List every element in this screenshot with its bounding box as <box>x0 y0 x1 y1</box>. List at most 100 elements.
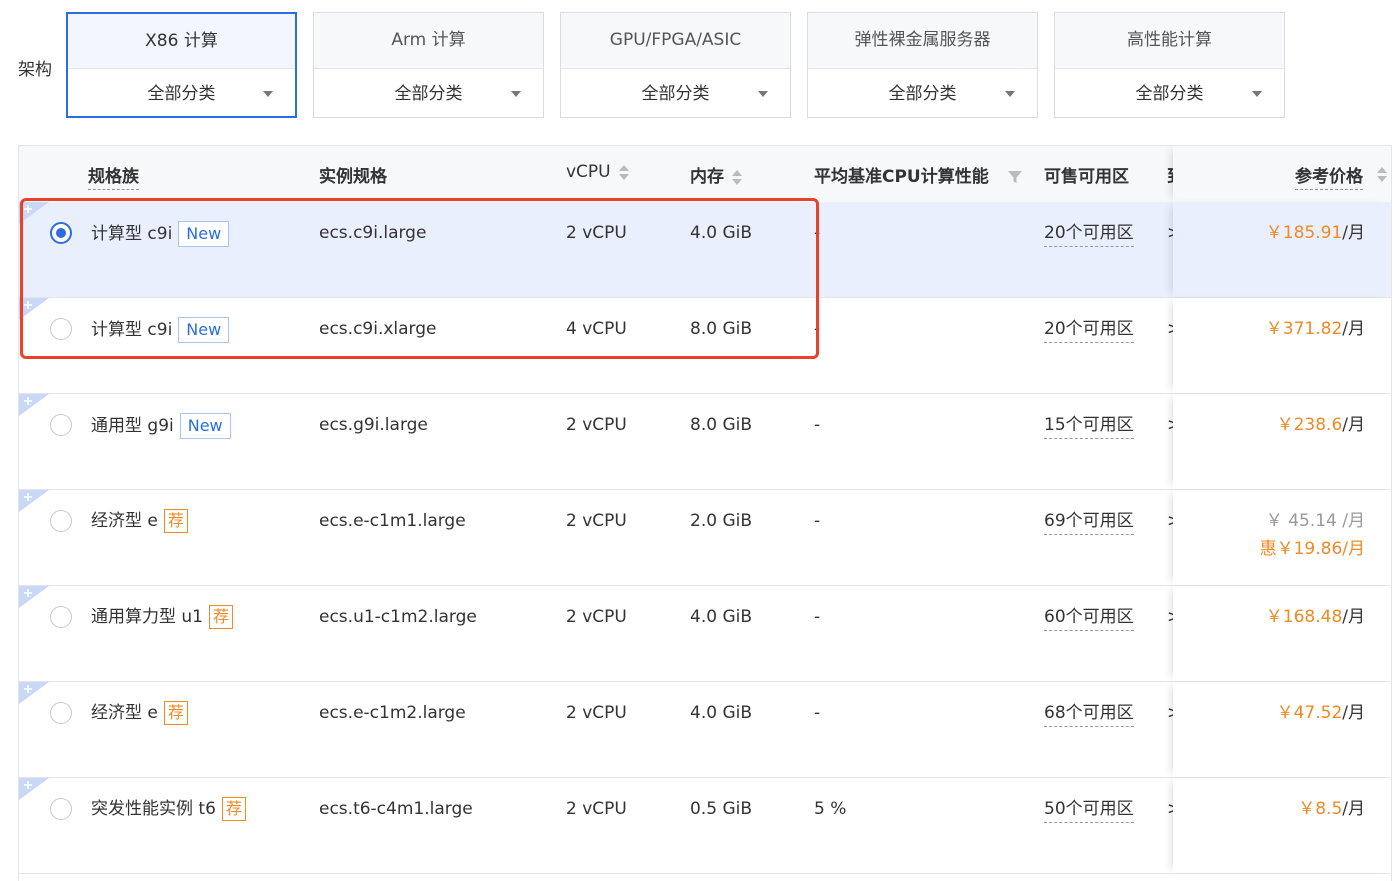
price-amount: ￥168.48 <box>1265 607 1343 627</box>
header-zones: 可售可用区 <box>1044 167 1129 187</box>
chevron-down-icon <box>1252 91 1262 97</box>
table-row[interactable]: 计算型 c9i New ecs.c9i.large 2 vCPU 4.0 GiB - 20个… <box>19 202 1391 298</box>
perf-cell: - <box>814 319 821 339</box>
tab-title: 高性能计算 <box>1055 13 1284 69</box>
table-row[interactable]: 突发性能实例 t6 荐 ecs.t6-c4m1.large 2 vCPU 0.5 GiB… <box>19 778 1391 874</box>
header-memory[interactable]: 内存 <box>690 162 742 187</box>
price-col: ￥ 45.14 /月 惠￥19.86/月 <box>1173 490 1391 585</box>
spec-cell: ecs.t6-c4m1.large <box>319 799 473 819</box>
category-select[interactable]: 全部分类 <box>68 69 295 119</box>
arch-label: 架构 <box>18 60 52 80</box>
zones-link[interactable]: 50个可用区 <box>1044 799 1134 823</box>
price-original: ￥ 45.14 /月 <box>1265 511 1365 531</box>
perf-cell: - <box>814 607 821 627</box>
spec-cell: ecs.e-c1m2.large <box>319 703 466 723</box>
family-name: 经济型 e <box>91 511 158 531</box>
row-radio[interactable] <box>50 222 72 244</box>
tab-x86[interactable]: X86 计算 全部分类 <box>66 12 297 118</box>
vcpu-cell: 2 vCPU <box>566 511 627 531</box>
tab-hpc[interactable]: 高性能计算 全部分类 <box>1054 12 1285 118</box>
recommend-badge: 荐 <box>163 509 188 533</box>
price-col: ￥371.82/月 <box>1173 298 1391 393</box>
zones-link[interactable]: 20个可用区 <box>1044 319 1134 343</box>
price-cell: ￥238.6/月 <box>1277 413 1365 437</box>
tab-bare-metal[interactable]: 弹性裸金属服务器 全部分类 <box>807 12 1038 118</box>
zones-cell[interactable]: 60个可用区 <box>1044 605 1134 631</box>
price-cell: ￥8.5/月 <box>1298 797 1365 821</box>
sort-icon[interactable] <box>732 168 742 186</box>
row-radio[interactable] <box>50 606 72 628</box>
recommend-badge: 荐 <box>163 701 188 725</box>
sort-icon[interactable] <box>1377 165 1387 183</box>
price-col: ￥238.6/月 <box>1173 394 1391 489</box>
category-select-value: 全部分类 <box>147 84 216 104</box>
zones-link[interactable]: 60个可用区 <box>1044 607 1134 631</box>
family-cell: 经济型 e荐 <box>91 509 188 533</box>
expand-corner-icon[interactable] <box>19 682 49 704</box>
vcpu-cell: 2 vCPU <box>566 799 627 819</box>
table-row[interactable]: 经济型 e 荐 ecs.e-c1m1.large 2 vCPU 2.0 GiB - 69个可… <box>19 490 1391 586</box>
price-col: ￥8.5/月 <box>1173 778 1391 873</box>
category-select[interactable]: 全部分类 <box>561 69 790 119</box>
expand-corner-icon[interactable] <box>19 202 49 224</box>
price-col: ￥185.91/月 <box>1173 202 1391 297</box>
table-row[interactable]: 通用型 g9i New ecs.g9i.large 2 vCPU 8.0 GiB - 15个… <box>19 394 1391 490</box>
family-name: 通用型 g9i <box>91 416 174 436</box>
price-cell: ￥168.48/月 <box>1266 605 1365 629</box>
zones-cell[interactable]: 15个可用区 <box>1044 413 1134 439</box>
zones-link[interactable]: 15个可用区 <box>1044 415 1134 439</box>
zones-cell[interactable]: 20个可用区 <box>1044 317 1134 343</box>
header-price[interactable]: 参考价格 <box>1295 162 1363 190</box>
row-radio[interactable] <box>50 414 72 436</box>
zones-cell[interactable]: 50个可用区 <box>1044 797 1134 823</box>
table-row[interactable]: 通用算力型 u1 荐 ecs.u1-c1m2.large 2 vCPU 4.0 GiB -… <box>19 586 1391 682</box>
price-cell: ￥47.52/月 <box>1277 701 1365 725</box>
expand-corner-icon[interactable] <box>19 778 49 800</box>
zones-link[interactable]: 68个可用区 <box>1044 703 1134 727</box>
category-select[interactable]: 全部分类 <box>808 69 1037 119</box>
price-discount: 惠￥19.86/月 <box>1259 539 1365 559</box>
sort-icon[interactable] <box>618 163 629 181</box>
memory-cell: 2.0 GiB <box>690 511 752 531</box>
memory-cell: 8.0 GiB <box>690 319 752 339</box>
zones-link[interactable]: 20个可用区 <box>1044 223 1134 247</box>
expand-corner-icon[interactable] <box>19 586 49 608</box>
row-radio[interactable] <box>50 702 72 724</box>
recommend-badge: 荐 <box>221 797 246 821</box>
expand-corner-icon[interactable] <box>19 394 49 416</box>
price-amount: ￥238.6 <box>1276 415 1343 435</box>
tab-gpu-fpga-asic[interactable]: GPU/FPGA/ASIC 全部分类 <box>560 12 791 118</box>
price-col: ￥168.48/月 <box>1173 586 1391 681</box>
expand-corner-icon[interactable] <box>19 490 49 512</box>
perf-cell: - <box>814 703 821 723</box>
price-amount: ￥185.91 <box>1265 223 1343 243</box>
price-amount: ￥47.52 <box>1276 703 1343 723</box>
perf-cell: - <box>814 511 821 531</box>
row-radio[interactable] <box>50 318 72 340</box>
family-name: 计算型 c9i <box>91 320 173 340</box>
zones-cell[interactable]: 69个可用区 <box>1044 509 1134 535</box>
price-cell: ￥ 45.14 /月 惠￥19.86/月 <box>1260 509 1365 561</box>
tab-arm[interactable]: Arm 计算 全部分类 <box>313 12 544 118</box>
header-perf: 平均基准CPU计算性能 <box>814 162 1023 187</box>
header-vcpu[interactable]: vCPU <box>566 162 629 182</box>
table-row[interactable]: 经济型 e 荐 ecs.e-c1m2.large 2 vCPU 4.0 GiB - 68个可… <box>19 682 1391 778</box>
category-select-value: 全部分类 <box>394 84 463 104</box>
row-radio[interactable] <box>50 510 72 532</box>
category-select[interactable]: 全部分类 <box>1055 69 1284 119</box>
spec-cell: ecs.c9i.large <box>319 223 427 243</box>
filter-icon[interactable] <box>1007 169 1023 185</box>
family-cell: 通用算力型 u1 荐 <box>91 605 234 629</box>
zones-link[interactable]: 69个可用区 <box>1044 511 1134 535</box>
price-unit: /月 <box>1342 415 1365 435</box>
zones-cell[interactable]: 68个可用区 <box>1044 701 1134 727</box>
category-select[interactable]: 全部分类 <box>314 69 543 119</box>
family-cell: 突发性能实例 t6 荐 <box>91 797 246 821</box>
row-radio[interactable] <box>50 798 72 820</box>
zones-cell[interactable]: 20个可用区 <box>1044 221 1134 247</box>
price-unit: /月 <box>1342 223 1365 243</box>
price-col: ￥47.52/月 <box>1173 682 1391 777</box>
table-row[interactable]: 计算型 c9i New ecs.c9i.xlarge 4 vCPU 8.0 GiB - 20… <box>19 298 1391 394</box>
expand-corner-icon[interactable] <box>19 298 49 320</box>
family-cell: 通用型 g9i New <box>91 413 231 439</box>
